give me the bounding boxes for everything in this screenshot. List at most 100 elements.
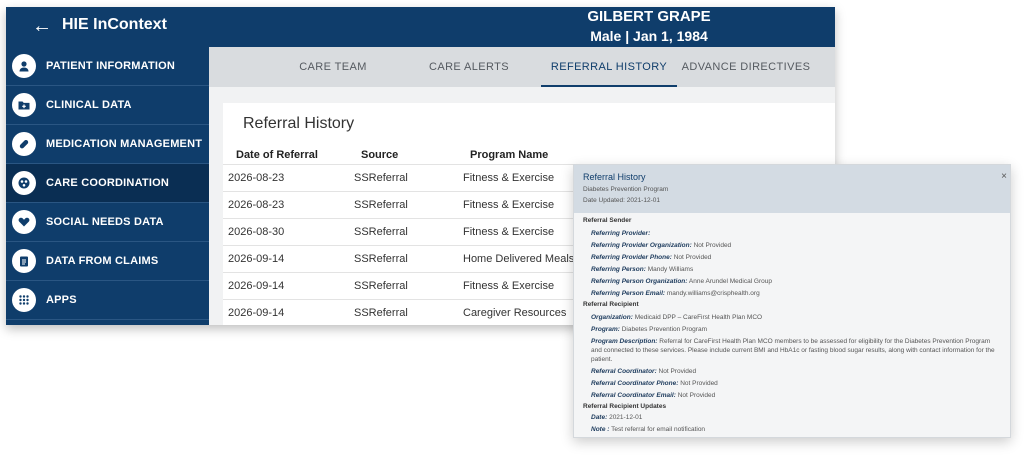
detail-line: Referring Provider Organization: Not Pro… — [591, 241, 1001, 250]
sidebar-item-apps[interactable]: APPS — [6, 281, 209, 320]
folder-plus-icon — [12, 93, 36, 117]
sidebar-item-label: PATIENT INFORMATION — [46, 60, 176, 72]
detail-label: Program Description: — [591, 338, 658, 345]
back-arrow-icon[interactable]: ← — [32, 15, 52, 38]
detail-label: Referring Provider Phone: — [591, 254, 672, 261]
modal-header: Referral History Diabetes Prevention Pro… — [574, 165, 1010, 213]
program-cell: Home Delivered Meals — [463, 253, 575, 265]
detail-label: Referral Coordinator: — [591, 368, 657, 375]
heart-hands-icon — [12, 210, 36, 234]
date-cell: 2026-09-14 — [228, 253, 285, 265]
program-cell: Fitness & Exercise — [463, 226, 555, 238]
tab-care-alerts[interactable]: CARE ALERTS — [409, 47, 529, 87]
tab-care-team[interactable]: CARE TEAM — [273, 47, 393, 87]
detail-label: Note : — [591, 426, 610, 433]
sidebar-item-label: SOCIAL NEEDS DATA — [46, 216, 164, 228]
detail-line: Referring Provider Phone: Not Provided — [591, 253, 1001, 262]
date-cell: 2026-08-23 — [228, 199, 285, 211]
detail-label: Referring Provider Organization: — [591, 242, 692, 249]
source-cell: SSReferral — [354, 172, 408, 184]
sidebar-item-medication-management[interactable]: MEDICATION MANAGEMENT — [6, 125, 209, 164]
detail-line: Referral Coordinator: Not Provided — [591, 367, 1001, 376]
tab-advance-directives[interactable]: ADVANCE DIRECTIVES — [679, 47, 813, 87]
sidebar: PATIENT INFORMATION CLINICAL DATA MEDICA… — [6, 47, 209, 325]
referral-sender-heading: Referral Sender — [583, 217, 632, 224]
column-header-program[interactable]: Program Name — [470, 149, 548, 161]
modal-program-name: Diabetes Prevention Program — [583, 186, 669, 193]
detail-value: Diabetes Prevention Program — [621, 326, 707, 333]
detail-line: Date: 2021-12-01 — [591, 413, 1001, 422]
network-icon — [12, 171, 36, 195]
column-header-date[interactable]: Date of Referral — [236, 149, 318, 161]
source-cell: SSReferral — [354, 307, 408, 319]
tab-bar: CARE TEAM CARE ALERTS REFERRAL HISTORY A… — [209, 47, 835, 87]
clipboard-icon — [12, 249, 36, 273]
detail-line: Program Description: Referral for CareFi… — [591, 337, 1001, 364]
detail-value: Not Provided — [693, 242, 732, 249]
sidebar-item-data-from-claims[interactable]: DATA FROM CLAIMS — [6, 242, 209, 281]
detail-label: Program: — [591, 326, 620, 333]
sidebar-item-label: MEDICATION MANAGEMENT — [46, 138, 203, 150]
detail-label: Referring Person Organization: — [591, 278, 688, 285]
program-cell: Fitness & Exercise — [463, 172, 555, 184]
detail-value: Not Provided — [673, 254, 712, 261]
detail-label: Referring Person Email: — [591, 290, 666, 297]
detail-label: Organization: — [591, 314, 633, 321]
detail-value: Not Provided — [680, 380, 718, 387]
modal-title: Referral History — [583, 172, 646, 182]
detail-value: Not Provided — [658, 368, 697, 375]
person-icon — [12, 54, 36, 78]
detail-line: Organization: Medicaid DPP – CareFirst H… — [591, 313, 1001, 322]
sidebar-item-care-coordination[interactable]: CARE COORDINATION — [6, 164, 209, 203]
detail-value: Medicaid DPP – CareFirst Health Plan MCO — [634, 314, 763, 321]
detail-value[interactable]: mandy.williams@crisphealth.org — [667, 290, 760, 297]
detail-label: Referral Coordinator Phone: — [591, 380, 679, 387]
grid-icon — [12, 288, 36, 312]
date-cell: 2026-09-14 — [228, 280, 285, 292]
detail-value: Mandy Williams — [647, 266, 694, 273]
source-cell: SSReferral — [354, 199, 408, 211]
column-header-source[interactable]: Source — [361, 149, 398, 161]
detail-label: Referring Person: — [591, 266, 646, 273]
program-cell: Fitness & Exercise — [463, 199, 555, 211]
date-cell: 2026-09-14 — [228, 307, 285, 319]
patient-demographics: Male | Jan 1, 1984 — [590, 28, 708, 44]
tab-referral-history[interactable]: REFERRAL HISTORY — [541, 47, 677, 87]
date-cell: 2026-08-23 — [228, 172, 285, 184]
detail-line: Referral Coordinator Phone: Not Provided — [591, 379, 1001, 388]
source-cell: SSReferral — [354, 226, 408, 238]
detail-line: Referring Person Email: mandy.williams@c… — [591, 289, 1001, 298]
app-title: HIE InContext — [62, 16, 167, 33]
modal-date-updated: Date Updated: 2021-12-01 — [583, 197, 660, 204]
referral-recipient-updates-heading: Referral Recipient Updates — [583, 403, 667, 410]
detail-line: Referring Person: Mandy Williams — [591, 265, 1001, 274]
source-cell: SSReferral — [354, 253, 408, 265]
detail-label: Referral Coordinator Email: — [591, 392, 676, 399]
sidebar-item-label: DATA FROM CLAIMS — [46, 255, 159, 267]
detail-line: Referring Person Organization: Anne Arun… — [591, 277, 1001, 286]
detail-value: Not Provided — [677, 392, 716, 399]
top-bar: ← HIE InContext GILBERT GRAPE Male | Jan… — [6, 7, 835, 47]
sidebar-item-social-needs-data[interactable]: SOCIAL NEEDS DATA — [6, 203, 209, 242]
sidebar-item-patient-information[interactable]: PATIENT INFORMATION — [6, 47, 209, 86]
referral-detail-modal: Referral History Diabetes Prevention Pro… — [573, 164, 1011, 438]
close-icon[interactable]: × — [1001, 171, 1007, 182]
detail-value: 2021-12-01 — [609, 414, 643, 421]
date-cell: 2026-08-30 — [228, 226, 285, 238]
source-cell: SSReferral — [354, 280, 408, 292]
section-title: Referral History — [243, 115, 355, 132]
program-cell: Caregiver Resources — [463, 307, 567, 319]
program-cell: Fitness & Exercise — [463, 280, 555, 292]
detail-value: Anne Arundel Medical Group — [688, 278, 772, 285]
referral-recipient-heading: Referral Recipient — [583, 301, 639, 308]
detail-label: Date: — [591, 414, 608, 421]
sidebar-item-label: CARE COORDINATION — [46, 177, 169, 189]
detail-line: Referring Provider: — [591, 229, 1001, 238]
sidebar-item-label: CLINICAL DATA — [46, 99, 132, 111]
detail-line: Referral Coordinator Email: Not Provided — [591, 391, 1001, 400]
pill-icon — [12, 132, 36, 156]
patient-name: GILBERT GRAPE — [587, 8, 711, 25]
detail-label: Referring Provider: — [591, 230, 651, 237]
detail-line: Note : Test referral for email notificat… — [591, 425, 1001, 434]
sidebar-item-clinical-data[interactable]: CLINICAL DATA — [6, 86, 209, 125]
